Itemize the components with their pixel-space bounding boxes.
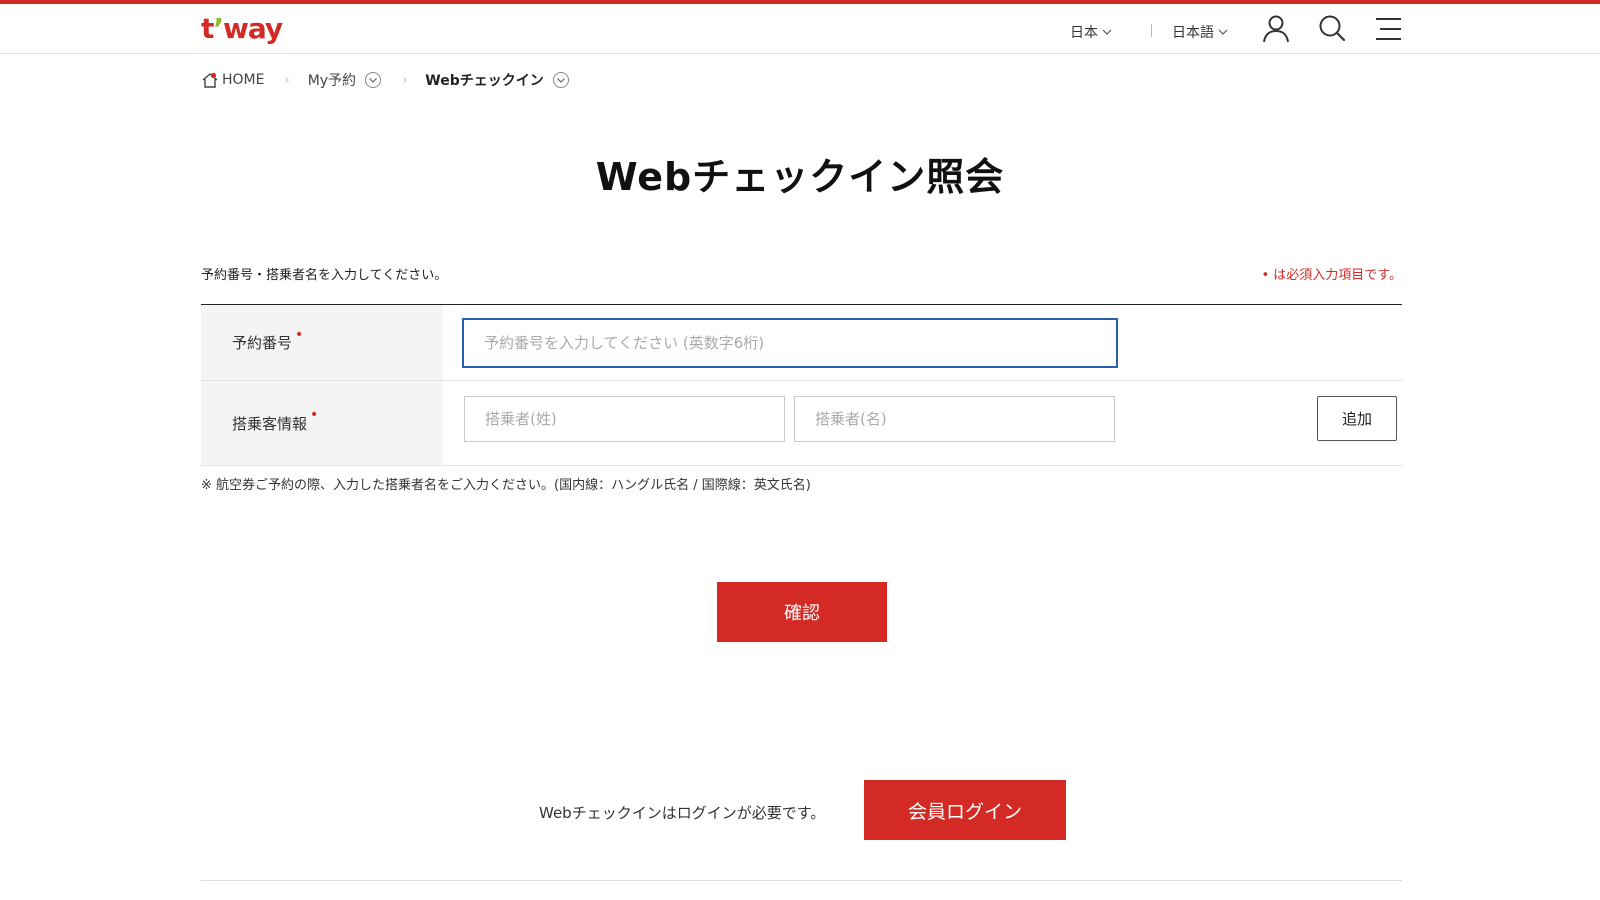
chevron-down-circle-icon[interactable] — [552, 71, 570, 89]
country-label: 日本 — [1070, 25, 1098, 41]
home-icon — [202, 72, 218, 88]
reservation-number-label-text: 予約番号 — [232, 334, 293, 352]
chevron-down-icon — [1218, 29, 1228, 35]
language-selector[interactable]: 日本語 — [1172, 22, 1228, 42]
reservation-number-cell — [443, 305, 1402, 380]
form-guide-text: 予約番号・搭乗者名を入力してください。 — [201, 268, 448, 283]
breadcrumb-item-label: My予約 — [307, 73, 357, 89]
tway-logo[interactable]: t’way — [201, 12, 283, 45]
breadcrumb-home-label: HOME — [222, 72, 265, 88]
reservation-number-input[interactable] — [462, 318, 1118, 368]
header-divider — [1151, 24, 1152, 37]
breadcrumb-web-checkin[interactable]: Webチェックイン — [425, 70, 569, 90]
breadcrumb-home[interactable]: HOME — [201, 71, 264, 89]
confirm-button[interactable]: 確認 — [717, 582, 887, 642]
breadcrumb-my-reservation[interactable]: My予約 — [308, 70, 382, 90]
user-icon[interactable] — [1260, 13, 1292, 45]
passenger-first-name-input[interactable] — [794, 396, 1115, 442]
member-login-button[interactable]: 会員ログイン — [864, 780, 1066, 840]
passenger-info-label-text: 搭乗客情報 — [232, 414, 308, 433]
chevron-down-icon — [1102, 29, 1112, 35]
breadcrumb: HOME › My予約 › Webチェックイン — [201, 70, 570, 90]
logo-letters-way: way — [223, 12, 283, 45]
site-header: t’way 日本 日本語 — [0, 4, 1600, 54]
breadcrumb-item-label: Webチェックイン — [425, 73, 544, 89]
add-passenger-button[interactable]: 追加 — [1317, 396, 1397, 441]
required-mark: • — [310, 407, 319, 423]
passenger-info-cell: 追加 — [443, 381, 1402, 465]
required-mark: • — [295, 326, 304, 343]
passenger-info-label: 搭乗客情報 • — [201, 381, 443, 465]
passenger-name-notice: ※ 航空券ご予約の際、入力した搭乗者名をご入力ください。(国内線：ハングル氏名 … — [201, 478, 811, 493]
breadcrumb-separator: › — [284, 72, 290, 88]
breadcrumb-separator: › — [402, 72, 408, 88]
search-icon[interactable] — [1316, 13, 1348, 45]
passenger-last-name-input[interactable] — [464, 396, 785, 442]
menu-icon[interactable] — [1372, 13, 1404, 45]
logo-letter-t: t — [201, 12, 214, 45]
login-required-message: Webチェックインはログインが必要です。 — [539, 804, 826, 822]
country-selector[interactable]: 日本 — [1070, 22, 1112, 42]
passenger-info-row: 搭乗客情報 • 追加 — [201, 381, 1402, 466]
required-note: • は必須入力項目です。 — [1261, 268, 1402, 283]
reservation-number-row: 予約番号 • — [201, 305, 1402, 381]
content-bottom-divider — [201, 880, 1402, 881]
reservation-number-label: 予約番号 • — [201, 305, 443, 380]
chevron-down-circle-icon[interactable] — [364, 71, 382, 89]
language-label: 日本語 — [1172, 25, 1214, 41]
checkin-form: 予約番号 • 搭乗客情報 • 追加 — [201, 304, 1402, 466]
page-title: Webチェックイン照会 — [595, 155, 1005, 199]
logo-apostrophe: ’ — [213, 12, 224, 45]
